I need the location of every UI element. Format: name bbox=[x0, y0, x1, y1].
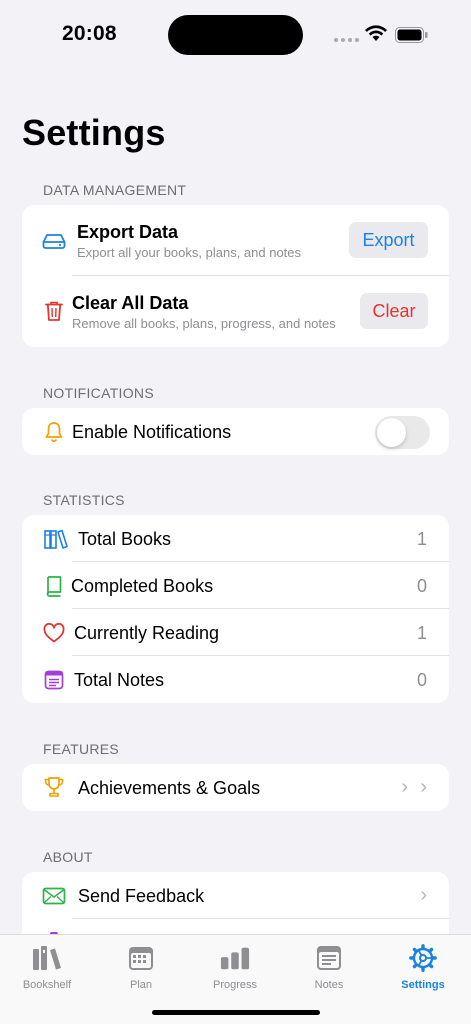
send-feedback-label: Send Feedback bbox=[78, 886, 205, 906]
status-time: 20:08 bbox=[62, 22, 117, 45]
stat-row-total-notes: Total Notes 0 bbox=[22, 656, 449, 703]
stat-label: Total Notes bbox=[74, 670, 165, 690]
section-header-data-management: DATA MANAGEMENT bbox=[43, 182, 187, 198]
home-indicator bbox=[152, 1010, 320, 1015]
heart-icon bbox=[42, 621, 66, 645]
clear-data-title: Clear All Data bbox=[72, 293, 189, 313]
divider bbox=[72, 918, 449, 919]
calendar-icon bbox=[126, 943, 156, 973]
stat-row-total-books: Total Books 1 bbox=[22, 515, 449, 562]
clear-data-row: Clear All Data Remove all books, plans, … bbox=[22, 276, 449, 347]
tab-label: Bookshelf bbox=[22, 979, 72, 991]
cellular-signal-icon bbox=[334, 38, 359, 42]
tab-label: Progress bbox=[212, 979, 258, 991]
status-bar: 20:08 bbox=[0, 0, 471, 70]
stat-value: 1 bbox=[416, 623, 427, 643]
chevron-right-icon: › bbox=[420, 884, 427, 906]
toggle-knob bbox=[377, 418, 406, 447]
features-card: Achievements & Goals › › bbox=[22, 764, 449, 811]
tab-label: Settings bbox=[401, 979, 445, 991]
drive-icon bbox=[42, 229, 66, 253]
stat-label: Total Books bbox=[78, 529, 172, 549]
data-management-card: Export Data Export all your books, plans… bbox=[22, 205, 449, 347]
battery-icon bbox=[395, 27, 428, 43]
tab-plan[interactable]: Plan bbox=[101, 943, 181, 991]
clear-data-subtitle: Remove all books, plans, progress, and n… bbox=[72, 316, 336, 331]
wifi-icon bbox=[365, 25, 387, 41]
section-header-about: ABOUT bbox=[43, 849, 93, 865]
section-header-features: FEATURES bbox=[43, 741, 120, 757]
stat-label: Completed Books bbox=[71, 576, 214, 596]
chevron-right-icon: › bbox=[401, 776, 408, 798]
dynamic-island bbox=[168, 15, 303, 55]
notes-tab-icon bbox=[314, 943, 344, 973]
chevron-right-icon: › bbox=[420, 776, 427, 798]
tab-label: Notes bbox=[314, 979, 344, 991]
tab-label: Plan bbox=[129, 979, 153, 991]
notes-icon bbox=[42, 668, 66, 692]
export-data-row: Export Data Export all your books, plans… bbox=[22, 205, 449, 276]
gear-icon bbox=[408, 943, 438, 973]
section-header-statistics: STATISTICS bbox=[43, 492, 125, 508]
trophy-icon bbox=[42, 775, 66, 799]
trash-icon bbox=[42, 299, 66, 323]
export-data-title: Export Data bbox=[77, 222, 179, 242]
section-header-notifications: NOTIFICATIONS bbox=[43, 385, 154, 401]
books-icon bbox=[44, 527, 68, 551]
enable-notifications-row: Enable Notifications bbox=[22, 408, 449, 455]
notifications-toggle[interactable] bbox=[375, 416, 430, 449]
about-card: Send Feedback › bbox=[22, 872, 449, 934]
stat-value: 0 bbox=[416, 670, 427, 690]
achievements-label: Achievements & Goals bbox=[78, 778, 261, 798]
bookshelf-icon bbox=[32, 943, 62, 973]
export-button[interactable]: Export bbox=[349, 222, 428, 258]
notifications-card: Enable Notifications bbox=[22, 408, 449, 455]
stat-value: 0 bbox=[416, 576, 427, 596]
enable-notifications-label: Enable Notifications bbox=[72, 422, 232, 442]
page-title: Settings bbox=[22, 112, 166, 153]
bell-icon bbox=[42, 420, 66, 444]
envelope-icon bbox=[42, 884, 66, 908]
tab-settings[interactable]: Settings bbox=[383, 943, 463, 991]
stat-label: Currently Reading bbox=[74, 623, 220, 643]
tab-bookshelf[interactable]: Bookshelf bbox=[7, 943, 87, 991]
statistics-card: Total Books 1 Completed Books 0 Currentl… bbox=[22, 515, 449, 703]
export-data-subtitle: Export all your books, plans, and notes bbox=[77, 245, 302, 260]
stat-value: 1 bbox=[416, 529, 427, 549]
send-feedback-row[interactable]: Send Feedback › bbox=[22, 872, 449, 919]
bar-chart-icon bbox=[220, 943, 250, 973]
stat-row-currently-reading: Currently Reading 1 bbox=[22, 609, 449, 656]
clear-button[interactable]: Clear bbox=[360, 293, 428, 329]
achievements-row[interactable]: Achievements & Goals › › bbox=[22, 764, 449, 811]
book-icon bbox=[42, 574, 66, 598]
tab-notes[interactable]: Notes bbox=[289, 943, 369, 991]
tab-progress[interactable]: Progress bbox=[195, 943, 275, 991]
stat-row-completed-books: Completed Books 0 bbox=[22, 562, 449, 609]
